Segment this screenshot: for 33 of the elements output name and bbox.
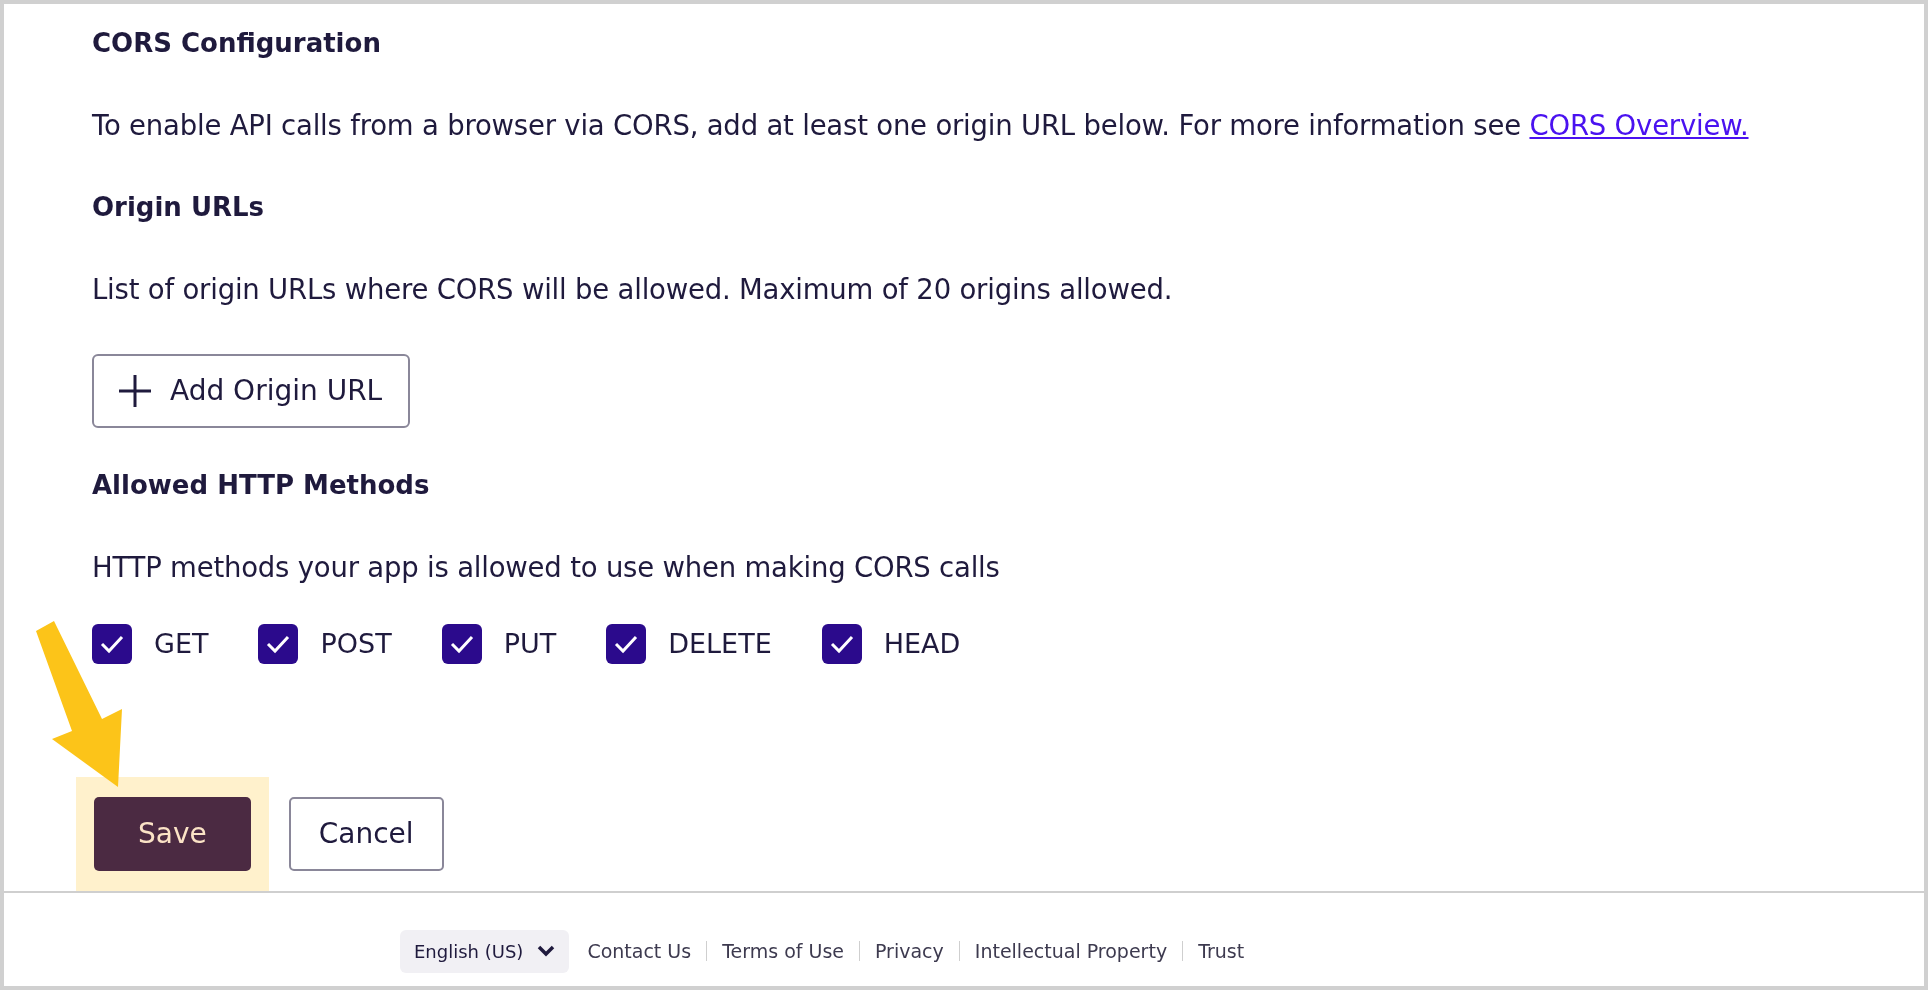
check-icon xyxy=(99,634,125,655)
footer-link[interactable]: Trust xyxy=(1198,937,1245,966)
chevron-down-icon xyxy=(537,945,556,958)
check-icon xyxy=(265,634,292,655)
checkbox-label: PUT xyxy=(503,627,557,661)
description-text: To enable API calls from a browser via CORS, add at least one origin URL below. For more information see CORS Overview. xyxy=(92,108,1750,142)
language-select[interactable]: English (US) xyxy=(400,929,570,973)
checkbox-label: HEAD xyxy=(883,627,961,661)
check-icon xyxy=(613,634,640,655)
footer-link[interactable]: Privacy xyxy=(875,937,944,966)
checkbox[interactable] xyxy=(92,624,132,665)
description-text: List of origin URLs where CORS will be allowed. Maximum of 20 origins allowed. xyxy=(92,272,1174,306)
checkbox[interactable] xyxy=(441,624,482,665)
cors-overview-link[interactable]: CORS Overview. xyxy=(1529,109,1749,141)
checkbox[interactable] xyxy=(606,624,647,665)
checkbox[interactable] xyxy=(821,624,862,665)
checkbox[interactable] xyxy=(258,624,299,665)
section-heading: Origin URLs xyxy=(92,191,266,224)
description-text: HTTP methods your app is allowed to use when making CORS calls xyxy=(92,550,1001,584)
footer-link[interactable]: Contact Us xyxy=(587,937,692,966)
plus-icon xyxy=(118,374,152,408)
checkbox-label: DELETE xyxy=(668,627,772,661)
checkbox-label: GET xyxy=(154,627,209,661)
section-heading: CORS Configuration xyxy=(92,27,382,60)
checkbox-label: POST xyxy=(320,627,392,661)
save-button[interactable]: Save xyxy=(94,796,251,871)
footer-link[interactable]: Intellectual Property xyxy=(974,937,1168,966)
add-origin-url-button[interactable]: Add Origin URL xyxy=(92,354,411,428)
footer-link[interactable]: Terms of Use xyxy=(722,937,844,966)
check-icon xyxy=(828,634,855,655)
cancel-button[interactable]: Cancel xyxy=(288,796,444,871)
check-icon xyxy=(448,634,475,655)
section-heading: Allowed HTTP Methods xyxy=(92,469,431,502)
